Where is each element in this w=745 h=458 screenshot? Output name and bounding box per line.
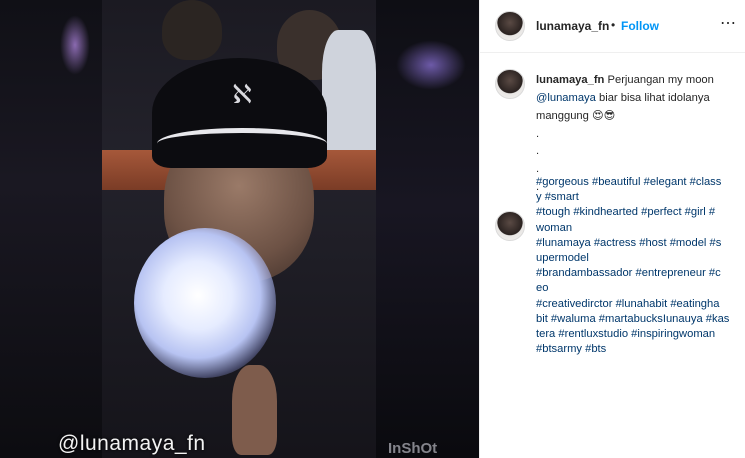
cap-logo: ℵ bbox=[232, 80, 252, 110]
caption-mention[interactable]: @lunamaya bbox=[536, 92, 596, 104]
follow-button[interactable]: Follow bbox=[621, 19, 659, 33]
hashtag-line[interactable]: #brandambassador #entrepreneur #c bbox=[536, 266, 744, 281]
inshot-watermark: InShOt bbox=[388, 440, 438, 457]
hashtag-line[interactable]: woman bbox=[536, 221, 744, 236]
hashtag-line[interactable]: #btsarmy #bts bbox=[536, 342, 744, 357]
hashtag-line[interactable]: #gorgeous #beautiful #elegant #class bbox=[536, 175, 744, 190]
hand bbox=[232, 365, 277, 455]
caption-dot: . bbox=[536, 162, 540, 175]
video-watermark: @lunamaya_fn bbox=[58, 432, 206, 455]
video-frame[interactable]: ℵ bbox=[102, 0, 376, 458]
caption-dot: . bbox=[536, 145, 540, 158]
hashtag-line[interactable]: y #smart bbox=[536, 190, 744, 205]
background-person bbox=[322, 30, 376, 170]
cap-brim bbox=[157, 128, 327, 159]
caption-username[interactable]: lunamaya_fn bbox=[536, 74, 604, 86]
hashtag-line[interactable]: #creativedirctor #lunahabit #eatingha bbox=[536, 297, 744, 312]
hashtag-line[interactable]: eo bbox=[536, 281, 744, 296]
post-info-panel: lunamaya_fn • Follow ⋯ lunamaya_fn Perju… bbox=[479, 0, 745, 458]
caption-dot: . bbox=[536, 127, 540, 140]
post-header: lunamaya_fn • Follow ⋯ bbox=[480, 0, 745, 53]
comment-avatar[interactable] bbox=[495, 211, 525, 241]
header-username[interactable]: lunamaya_fn bbox=[536, 19, 609, 33]
background-person bbox=[162, 0, 222, 60]
media-blur-right bbox=[376, 0, 479, 458]
post-media[interactable]: ℵ @lunamaya_fn InShOt bbox=[0, 0, 479, 458]
more-options-icon[interactable]: ⋯ bbox=[720, 14, 736, 34]
hashtag-line[interactable]: #tough #kindhearted #perfect #girl # bbox=[536, 205, 744, 220]
caption-avatar[interactable] bbox=[495, 69, 525, 99]
caption-emojis: 😍😎 bbox=[591, 109, 616, 123]
hashtag-block: #gorgeous #beautiful #elegant #class y #… bbox=[536, 175, 744, 357]
caption-text: Perjuangan my moon bbox=[607, 74, 714, 86]
hashtag-line[interactable]: #lunamaya #actress #host #model #s bbox=[536, 236, 744, 251]
lightstick-glow bbox=[134, 228, 276, 378]
media-blur-left bbox=[0, 0, 102, 458]
hashtag-line[interactable]: bit #waluma #martabucksIunauya #kas bbox=[536, 312, 744, 327]
hashtag-line[interactable]: upermodel bbox=[536, 251, 744, 266]
avatar[interactable] bbox=[495, 11, 525, 41]
hashtag-line[interactable]: tera #rentluxstudio #inspiringwoman bbox=[536, 327, 744, 342]
header-separator: • bbox=[611, 18, 616, 32]
